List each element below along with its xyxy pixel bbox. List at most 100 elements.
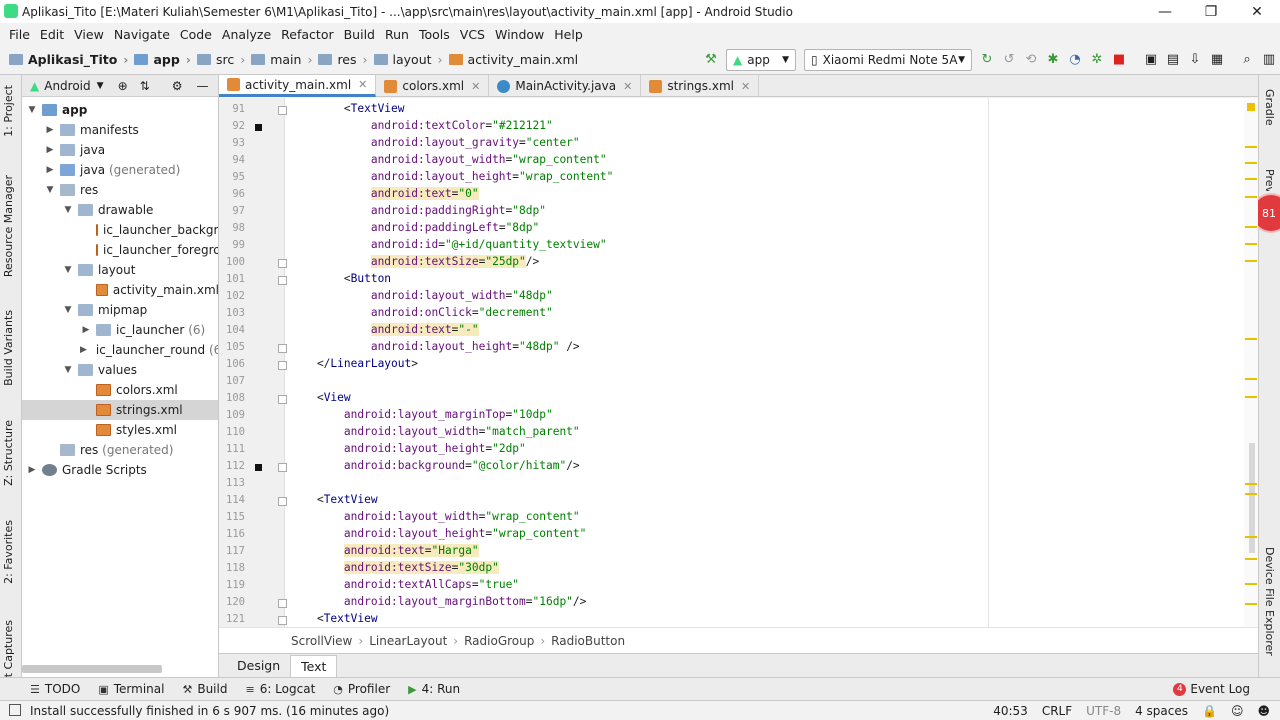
code-line[interactable]: android:layout_marginBottom="16dp"/> xyxy=(290,595,587,608)
warning-stripe[interactable] xyxy=(1245,338,1257,340)
warning-stripe[interactable] xyxy=(1245,493,1257,495)
tree-item-ic-launcher[interactable]: ▶ ic_launcher (6) xyxy=(22,320,218,340)
menu-file[interactable]: File xyxy=(4,27,35,42)
fold-marker-icon[interactable] xyxy=(278,344,287,353)
expanded-arrow-icon[interactable]: ▼ xyxy=(44,185,56,195)
breadcrumb-main[interactable]: main › xyxy=(248,52,315,67)
tree-item-ic-launcher-foreground[interactable]: ic_launcher_foreground.xml xyxy=(22,240,218,260)
code-line[interactable]: android:layout_gravity="center" xyxy=(290,136,580,149)
tree-item-java-generated[interactable]: ▶ java (generated) xyxy=(22,160,218,180)
layout-icon[interactable]: ▥ xyxy=(1258,49,1280,71)
tool-tab-project[interactable]: 1: Project xyxy=(2,85,15,137)
close-icon[interactable]: ✕ xyxy=(741,80,750,93)
sync-project-icon[interactable]: ▣ xyxy=(1140,49,1162,71)
tree-item-gradle-scripts[interactable]: ▶ Gradle Scripts xyxy=(22,460,218,480)
sdk-manager-icon[interactable]: ⇩ xyxy=(1184,49,1206,71)
warning-stripe[interactable] xyxy=(1245,243,1257,245)
fold-marker-icon[interactable] xyxy=(278,497,287,506)
profile-icon[interactable]: ◔ xyxy=(1064,49,1086,71)
code-line[interactable]: android:id="@+id/quantity_textview" xyxy=(290,238,607,251)
code-line[interactable]: android:textColor="#212121" xyxy=(290,119,553,132)
maximize-button[interactable]: ❐ xyxy=(1188,0,1234,23)
tree-item-styles[interactable]: styles.xml xyxy=(22,420,218,440)
run-config-select[interactable]: ▲ app ▼ xyxy=(726,48,796,71)
warning-stripe[interactable] xyxy=(1245,558,1257,560)
code-line[interactable]: <TextView xyxy=(290,612,378,625)
warning-stripe[interactable] xyxy=(1245,178,1257,180)
tool-terminal[interactable]: ▣ Terminal xyxy=(98,682,164,696)
apply-changes-icon[interactable]: ↺ xyxy=(998,49,1020,71)
collapse-icon[interactable]: ⇅ xyxy=(140,79,150,93)
breadcrumb-project[interactable]: Aplikasi_Tito › xyxy=(6,52,131,67)
tree-item-layout[interactable]: ▼ layout xyxy=(22,260,218,280)
tool-profiler[interactable]: ◔ Profiler xyxy=(333,682,390,696)
collapsed-arrow-icon[interactable]: ▶ xyxy=(80,325,92,335)
code-line[interactable]: </LinearLayout> xyxy=(290,357,418,370)
line-separator[interactable]: CRLF xyxy=(1035,704,1079,718)
lock-icon[interactable]: 🔒 xyxy=(1195,704,1224,718)
code-line[interactable]: android:textAllCaps="true" xyxy=(290,578,519,591)
fold-marker-icon[interactable] xyxy=(278,599,287,608)
code-line[interactable]: android:layout_marginTop="10dp" xyxy=(290,408,553,421)
warning-stripe[interactable] xyxy=(1245,483,1257,485)
status-message[interactable]: Install successfully finished in 6 s 907… xyxy=(0,704,986,718)
tool-logcat[interactable]: ≡ 6: Logcat xyxy=(245,682,315,696)
code-line[interactable]: android:layout_width="wrap_content" xyxy=(290,510,580,523)
gear-icon[interactable]: ⚙ xyxy=(172,79,183,93)
warning-stripe[interactable] xyxy=(1245,226,1257,228)
device-select[interactable]: ▯ Xiaomi Redmi Note 5A ▼ xyxy=(804,48,972,71)
power-save-icon[interactable]: ☻ xyxy=(1250,704,1280,718)
horizontal-scrollbar[interactable] xyxy=(22,665,162,673)
menu-window[interactable]: Window xyxy=(490,27,549,42)
code-line[interactable]: <TextView xyxy=(290,493,378,506)
tree-item-java[interactable]: ▶ java xyxy=(22,140,218,160)
code-line[interactable]: android:text="0" xyxy=(290,187,479,200)
code-line[interactable]: android:textSize="25dp"/> xyxy=(290,255,539,268)
tree-item-ic-launcher-background[interactable]: ic_launcher_background.xml xyxy=(22,220,218,240)
close-icon[interactable]: ✕ xyxy=(471,80,480,93)
menu-refactor[interactable]: Refactor xyxy=(276,27,338,42)
minimize-button[interactable]: — xyxy=(1142,0,1188,23)
warning-stripe[interactable] xyxy=(1245,196,1257,198)
chevron-down-icon[interactable]: ▼ xyxy=(97,81,104,91)
code-line[interactable]: <TextView xyxy=(290,102,405,115)
tab-main-activity[interactable]: MainActivity.java ✕ xyxy=(489,75,642,97)
debug-icon[interactable]: ✱ xyxy=(1042,49,1064,71)
code-line[interactable]: <View xyxy=(290,391,351,404)
fold-marker-icon[interactable] xyxy=(278,259,287,268)
xml-crumb-scrollview[interactable]: ScrollView xyxy=(291,634,352,648)
menu-analyze[interactable]: Analyze xyxy=(217,27,276,42)
warning-stripe[interactable] xyxy=(1245,260,1257,262)
menu-navigate[interactable]: Navigate xyxy=(109,27,175,42)
rerun-icon[interactable]: ↻ xyxy=(976,49,998,71)
breadcrumb-app[interactable]: app › xyxy=(131,52,194,67)
tool-tab-preview[interactable]: Preview xyxy=(1263,169,1276,191)
menu-run[interactable]: Run xyxy=(380,27,414,42)
close-button[interactable]: ✕ xyxy=(1234,0,1280,23)
project-view-select[interactable]: Android xyxy=(44,79,90,93)
file-encoding[interactable]: UTF-8 xyxy=(1079,704,1128,718)
xml-crumb-radiobutton[interactable]: RadioButton xyxy=(551,634,625,648)
hide-icon[interactable]: — xyxy=(196,79,208,93)
warning-stripe[interactable] xyxy=(1245,396,1257,398)
tab-text[interactable]: Text xyxy=(290,654,338,677)
code-line[interactable]: android:layout_width="match_parent" xyxy=(290,425,580,438)
code-line[interactable]: android:background="@color/hitam"/> xyxy=(290,459,580,472)
xml-crumb-linearlayout[interactable]: LinearLayout xyxy=(369,634,447,648)
code-line[interactable]: android:paddingLeft="8dp" xyxy=(290,221,539,234)
fold-marker-icon[interactable] xyxy=(278,276,287,285)
collapsed-arrow-icon[interactable]: ▶ xyxy=(44,145,56,155)
indent-setting[interactable]: 4 spaces xyxy=(1128,704,1195,718)
code-line[interactable]: android:textSize="30dp" xyxy=(290,561,499,574)
expanded-arrow-icon[interactable]: ▼ xyxy=(62,365,74,375)
fold-marker-icon[interactable] xyxy=(278,395,287,404)
tool-tab-structure[interactable]: Z: Structure xyxy=(2,420,15,486)
code-line[interactable]: android:layout_height="wrap_content" xyxy=(290,170,614,183)
fold-marker-icon[interactable] xyxy=(278,616,287,625)
code-line[interactable]: android:layout_width="wrap_content" xyxy=(290,153,607,166)
editor-scrollbar[interactable] xyxy=(1244,98,1258,627)
warning-stripe[interactable] xyxy=(1245,146,1257,148)
tree-item-manifests[interactable]: ▶ manifests xyxy=(22,120,218,140)
tool-tab-device-file-explorer[interactable]: Device File Explorer xyxy=(1263,547,1276,656)
code-line[interactable]: android:layout_height="48dp" /> xyxy=(290,340,580,353)
